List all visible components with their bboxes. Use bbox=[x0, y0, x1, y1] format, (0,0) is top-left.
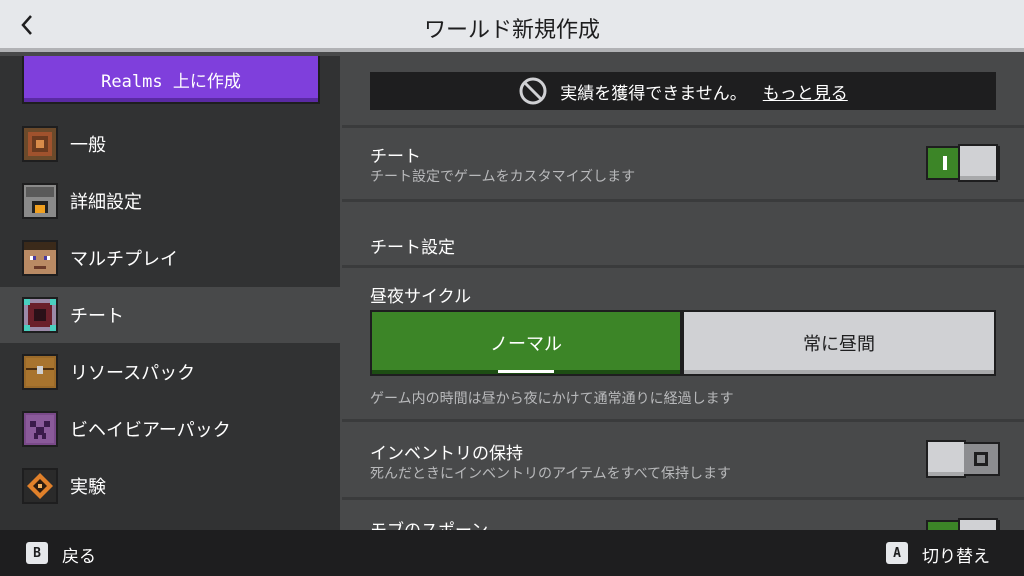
sidebar-item-label: 一般 bbox=[70, 135, 106, 156]
sidebar-item-label: チート bbox=[70, 306, 124, 327]
daylight-cycle-description: ゲーム内の時間は昼から夜にかけて通常通りに経過します bbox=[370, 391, 734, 407]
sidebar-item-behavior-packs[interactable]: ビヘイビアーパック bbox=[0, 401, 340, 457]
sidebar-item-multiplayer[interactable]: マルチプレイ bbox=[0, 230, 340, 286]
achievement-notice-text: 実績を獲得できません。 bbox=[560, 83, 747, 104]
achievement-notice: 実績を獲得できません。 もっと見る bbox=[370, 72, 996, 110]
create-on-realms-button[interactable]: Realms 上に作成 bbox=[22, 56, 320, 104]
mob-spawning-title: モブのスポーン bbox=[370, 516, 488, 530]
sidebar-item-label: 詳細設定 bbox=[70, 192, 142, 213]
sidebar: Realms 上に作成 一般 詳細設定 マルチプレイ チート リソースパック ビ… bbox=[0, 56, 340, 530]
cheats-description: チート設定でゲームをカスタマイズします bbox=[370, 169, 636, 185]
steve-head-icon bbox=[22, 240, 58, 276]
toggle-off-indicator bbox=[964, 444, 998, 474]
back-hint[interactable]: 戻る bbox=[62, 542, 96, 567]
furnace-icon bbox=[22, 183, 58, 219]
a-button-icon: A bbox=[886, 542, 908, 564]
sidebar-item-experiments[interactable]: 実験 bbox=[0, 458, 340, 514]
sidebar-item-advanced[interactable]: 詳細設定 bbox=[0, 173, 340, 229]
daylight-always-day-option[interactable]: 常に昼間 bbox=[682, 310, 996, 376]
cheats-title: チート bbox=[370, 147, 421, 167]
keep-inventory-title: インベントリの保持 bbox=[370, 444, 523, 464]
mob-spawning-toggle[interactable] bbox=[926, 518, 1000, 530]
toggle-knob bbox=[958, 144, 998, 182]
divider bbox=[342, 497, 1024, 500]
selected-indicator bbox=[498, 370, 554, 373]
sidebar-item-label: リソースパック bbox=[70, 363, 196, 384]
experiment-icon bbox=[22, 468, 58, 504]
daylight-normal-option[interactable]: ノーマル bbox=[370, 310, 682, 376]
toggle-knob bbox=[926, 440, 966, 478]
toggle-hint[interactable]: 切り替え bbox=[922, 542, 990, 567]
keep-inventory-description: 死んだときにインベントリのアイテムをすべて保持します bbox=[370, 466, 732, 482]
cheats-toggle[interactable] bbox=[926, 144, 1000, 182]
gear-icon bbox=[22, 126, 58, 162]
divider bbox=[342, 419, 1024, 422]
daylight-cycle-title: 昼夜サイクル bbox=[370, 287, 472, 307]
cheat-settings-heading: チート設定 bbox=[370, 238, 455, 258]
sidebar-item-label: マルチプレイ bbox=[70, 249, 178, 270]
toggle-on-indicator bbox=[928, 148, 962, 178]
learn-more-link[interactable]: もっと見る bbox=[763, 79, 848, 104]
top-bar: ワールド新規作成 bbox=[0, 0, 1024, 52]
chest-icon bbox=[22, 354, 58, 390]
settings-panel: 実績を獲得できません。 もっと見る チート チート設定でゲームをカスタマイズしま… bbox=[342, 56, 1024, 530]
prohibited-icon bbox=[519, 77, 547, 105]
divider bbox=[342, 265, 1024, 268]
command-block-icon bbox=[22, 297, 58, 333]
divider bbox=[342, 125, 1024, 128]
creeper-icon bbox=[22, 411, 58, 447]
sidebar-item-general[interactable]: 一般 bbox=[0, 116, 340, 172]
keep-inventory-toggle[interactable] bbox=[926, 440, 1000, 478]
sidebar-item-label: ビヘイビアーパック bbox=[70, 420, 231, 441]
b-button-icon: B bbox=[26, 542, 48, 564]
sidebar-item-label: 実験 bbox=[70, 477, 106, 498]
sidebar-item-resource-packs[interactable]: リソースパック bbox=[0, 344, 340, 400]
divider bbox=[342, 199, 1024, 202]
sidebar-item-cheats[interactable]: チート bbox=[0, 287, 340, 343]
page-title: ワールド新規作成 bbox=[423, 18, 600, 43]
controller-hint-bar: B 戻る A 切り替え bbox=[0, 530, 1024, 576]
